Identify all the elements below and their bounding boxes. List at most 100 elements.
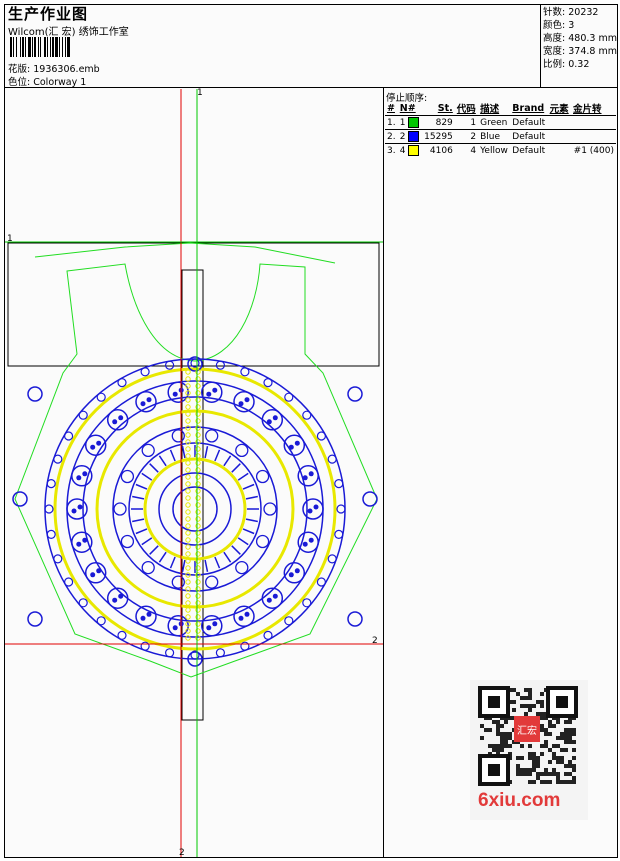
petal-dot [308, 471, 314, 477]
qr-module [548, 772, 552, 776]
qr-module [528, 708, 532, 712]
mid-circle [235, 443, 249, 458]
placket-sequin [195, 390, 201, 396]
thread-row: 2. 2 15295 2 Blue Default [385, 129, 616, 144]
color-swatch [408, 117, 420, 128]
row-desc: Green [478, 115, 511, 130]
qr-module [552, 744, 556, 748]
stitches-value: 20232 [568, 7, 599, 18]
col-needle: N# [399, 102, 416, 114]
corner-motif [347, 386, 363, 402]
petal-dot [82, 537, 88, 543]
petal-dot [294, 568, 300, 574]
qr-module [548, 720, 552, 724]
row-index: 2. [385, 129, 398, 144]
petal-dot [77, 504, 83, 510]
corner-motif [362, 491, 378, 507]
qr-module [500, 724, 504, 728]
petal-circle [106, 409, 129, 431]
placket-sequin [185, 432, 191, 438]
qr-module [504, 740, 508, 744]
qr-module [492, 744, 496, 748]
qr-module [544, 772, 548, 776]
qr-module [496, 724, 500, 728]
qr-module [504, 732, 508, 736]
placket-sequin [195, 551, 201, 557]
petal-dot [172, 625, 178, 631]
mandala-ring [158, 472, 232, 546]
qr-module [552, 768, 556, 772]
scallop [140, 641, 150, 651]
scallop [78, 410, 88, 420]
petal-dot [146, 611, 152, 617]
inner-ray [237, 472, 249, 481]
inner-ray [231, 545, 241, 555]
qr-module [488, 728, 492, 732]
qr-module [544, 732, 548, 736]
row-sequin: #1 (400) [571, 143, 616, 157]
scallop [215, 648, 225, 658]
qr-module [568, 772, 572, 776]
placket-sequin [185, 523, 191, 529]
row-code: 1 [454, 115, 479, 130]
qr-module [568, 740, 572, 744]
qr-module [504, 744, 508, 748]
qr-module [564, 764, 568, 768]
mandala-ring [82, 396, 308, 622]
scallop [334, 479, 344, 489]
qr-module [572, 756, 576, 760]
inner-ray [245, 495, 258, 500]
qr-module [528, 704, 532, 708]
inner-ray [214, 449, 221, 462]
placket-sequin [185, 397, 191, 403]
scallop [336, 504, 346, 514]
qr-module [528, 744, 532, 748]
scallop [63, 431, 74, 441]
qr-module [540, 744, 544, 748]
petal-dot [82, 471, 88, 477]
qr-module [564, 780, 568, 784]
stitches-row: 针数: 20232 [543, 7, 599, 18]
petal-circle [201, 615, 223, 637]
qr-module [540, 692, 544, 696]
petal-dot [308, 537, 314, 543]
qr-module [544, 780, 548, 784]
qr-module [516, 756, 520, 760]
qr-module [540, 712, 544, 716]
petal-dot [172, 391, 178, 397]
qr-module [536, 756, 540, 760]
qr-module [524, 712, 528, 716]
row-elements [547, 129, 571, 144]
placket-sequin [195, 537, 201, 543]
qr-module [532, 704, 536, 708]
scallop [140, 367, 150, 377]
petal-dot [96, 568, 102, 574]
qr-module [540, 772, 544, 776]
placket-sequin [185, 509, 191, 515]
placket-sequin [185, 460, 191, 466]
qr-module [544, 728, 548, 732]
qr-module [552, 756, 556, 760]
petal-dot [294, 440, 300, 446]
qr-module [560, 736, 564, 740]
scale-value: 0.32 [568, 59, 590, 70]
petal-dot [118, 593, 124, 599]
qr-module [480, 736, 484, 740]
qr-module [532, 756, 536, 760]
petal-dot [212, 387, 218, 393]
placket-sequin [185, 600, 191, 606]
shoulder-line [34, 242, 336, 264]
placket-sequin [195, 481, 201, 487]
placket-sequin [195, 418, 201, 424]
qr-module [548, 760, 552, 764]
qr-module [508, 744, 512, 748]
qr-module [560, 780, 564, 784]
qr-module [528, 752, 532, 756]
placket-sequin [195, 600, 201, 606]
mandala-ring [66, 380, 324, 638]
row-desc: Yellow [478, 143, 511, 157]
inner-ray [204, 559, 209, 572]
petal-dot [307, 508, 313, 514]
petal-dot [206, 391, 212, 397]
qr-module [528, 688, 532, 692]
